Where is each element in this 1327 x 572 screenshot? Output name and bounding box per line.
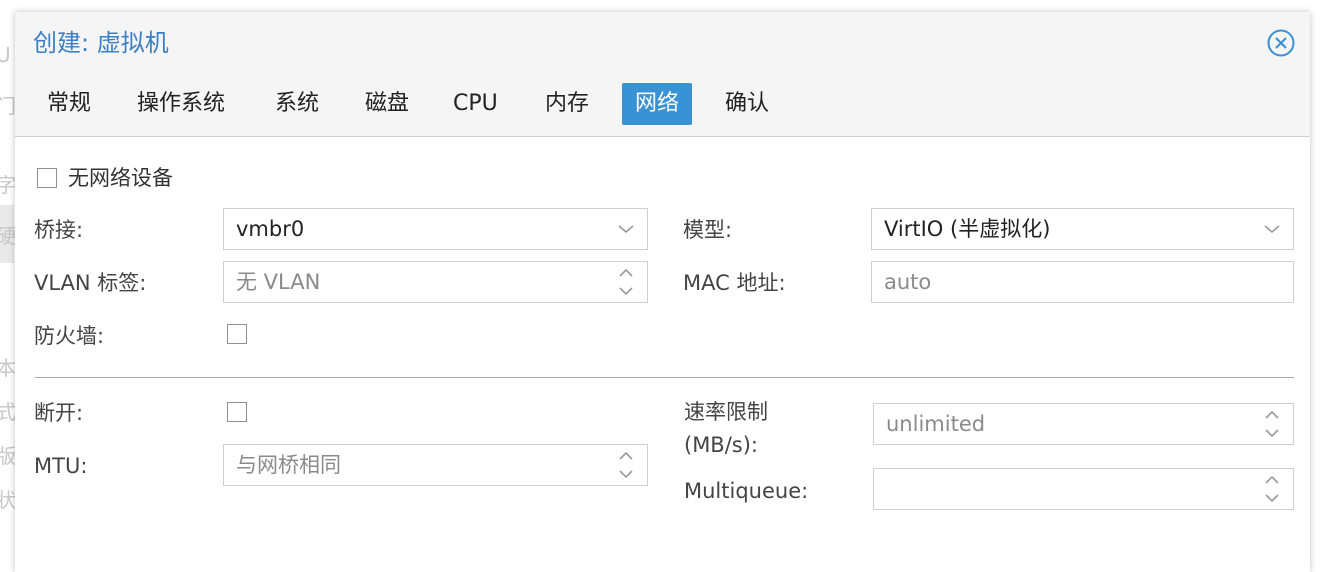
tab-memory[interactable]: 内存 xyxy=(537,83,597,125)
mtu-placeholder: 与网桥相同 xyxy=(236,453,341,477)
no-network-device-label: 无网络设备 xyxy=(68,166,173,190)
firewall-label: 防火墙: xyxy=(34,324,105,348)
mtu-label: MTU: xyxy=(34,454,88,478)
background-fragment: U xyxy=(0,43,11,67)
mac-address-input[interactable]: auto xyxy=(871,261,1294,303)
dialog-title: 创建: 虚拟机 xyxy=(33,29,169,57)
mac-address-label: MAC 地址: xyxy=(683,271,786,295)
tab-confirm[interactable]: 确认 xyxy=(717,83,777,125)
vlan-tag-label: VLAN 标签: xyxy=(34,271,147,295)
spinner-updown-icon[interactable] xyxy=(1261,404,1283,444)
tab-disks[interactable]: 磁盘 xyxy=(357,83,417,125)
background-fragment: 门 xyxy=(0,94,16,118)
spinner-updown-icon[interactable] xyxy=(1261,469,1283,509)
chevron-down-icon[interactable] xyxy=(1261,209,1283,249)
background-fragment: 本 xyxy=(0,356,16,380)
multiqueue-label: Multiqueue: xyxy=(684,479,809,503)
tab-general[interactable]: 常规 xyxy=(39,83,99,125)
spinner-updown-icon[interactable] xyxy=(615,262,637,302)
tab-os[interactable]: 操作系统 xyxy=(129,83,233,125)
rate-limit-placeholder: unlimited xyxy=(886,412,986,436)
disconnect-label: 断开: xyxy=(34,401,84,425)
background-fragment: 状 xyxy=(0,488,16,512)
vlan-tag-placeholder: 无 VLAN xyxy=(236,270,321,294)
close-circle-icon xyxy=(1267,29,1295,57)
background-fragment: 字 xyxy=(0,173,16,197)
tab-network[interactable]: 网络 xyxy=(622,83,692,125)
mtu-spinner[interactable]: 与网桥相同 xyxy=(223,444,648,486)
tab-cpu[interactable]: CPU xyxy=(445,83,506,125)
chevron-down-icon[interactable] xyxy=(615,209,637,249)
dialog-header: 创建: 虚拟机 常规 操作系统 系统 磁盘 CPU 内存 网络 确认 xyxy=(15,12,1310,137)
disconnect-checkbox[interactable] xyxy=(227,402,247,422)
create-vm-dialog: 创建: 虚拟机 常规 操作系统 系统 磁盘 CPU 内存 网络 确认 无网络设备… xyxy=(15,12,1310,572)
rate-limit-spinner[interactable]: unlimited xyxy=(873,403,1294,445)
model-label: 模型: xyxy=(683,218,733,242)
bridge-select[interactable]: vmbr0 xyxy=(223,208,648,250)
background-fragment: 式 xyxy=(0,400,16,424)
bridge-value: vmbr0 xyxy=(236,217,305,241)
mac-address-placeholder: auto xyxy=(884,270,932,294)
bridge-label: 桥接: xyxy=(34,218,84,242)
no-network-device-checkbox[interactable] xyxy=(37,168,57,188)
multiqueue-spinner[interactable] xyxy=(873,468,1294,510)
spinner-updown-icon[interactable] xyxy=(615,445,637,485)
model-value: VirtIO (半虚拟化) xyxy=(884,217,1051,241)
background-fragment: 硬 xyxy=(0,224,16,248)
rate-limit-label: 速率限制 xyxy=(684,400,768,424)
close-button[interactable] xyxy=(1267,29,1295,57)
vlan-tag-spinner[interactable]: 无 VLAN xyxy=(223,261,648,303)
firewall-checkbox[interactable] xyxy=(227,324,247,344)
tab-system[interactable]: 系统 xyxy=(267,83,327,125)
background-fragment: 版 xyxy=(0,444,16,468)
rate-limit-unit-label: (MB/s): xyxy=(684,433,759,457)
model-select[interactable]: VirtIO (半虚拟化) xyxy=(871,208,1294,250)
divider xyxy=(35,377,1294,378)
